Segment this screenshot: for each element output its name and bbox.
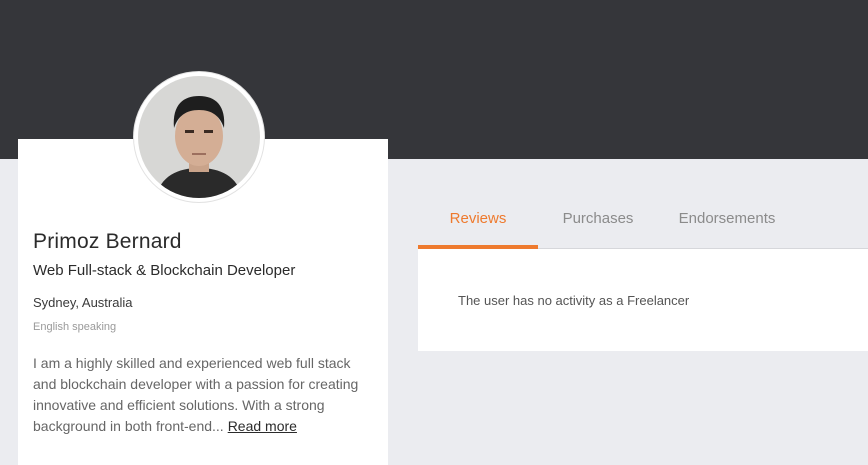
user-name: Primoz Bernard — [33, 230, 182, 253]
read-more-link[interactable]: Read more — [228, 418, 297, 434]
profile-banner — [0, 0, 868, 159]
avatar[interactable] — [134, 72, 264, 202]
user-bio: I am a highly skilled and experienced we… — [33, 353, 375, 437]
activity-tabs: Reviews Purchases Endorsements — [418, 200, 868, 249]
user-language: English speaking — [33, 321, 117, 333]
user-location: Sydney, Australia — [33, 295, 133, 310]
avatar-photo — [138, 76, 260, 198]
bio-text: I am a highly skilled and experienced we… — [33, 355, 359, 434]
tab-purchases[interactable]: Purchases — [548, 200, 648, 249]
empty-state-message: The user has no activity as a Freelancer — [458, 293, 690, 308]
reviews-panel: The user has no activity as a Freelancer — [418, 249, 868, 351]
tab-reviews[interactable]: Reviews — [418, 200, 538, 249]
tab-endorsements[interactable]: Endorsements — [666, 200, 788, 249]
user-headline: Web Full-stack & Blockchain Developer — [33, 262, 296, 279]
